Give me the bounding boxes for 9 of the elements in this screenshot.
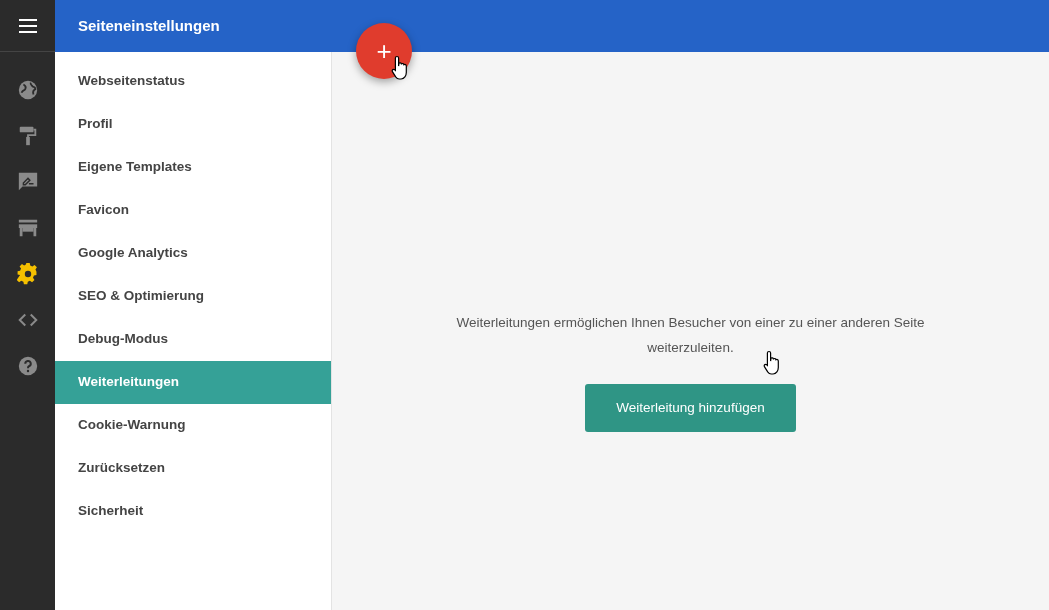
settings-icon[interactable] xyxy=(16,263,39,285)
page-title: Seiteneinstellungen xyxy=(78,15,220,36)
menu-icon[interactable] xyxy=(18,18,37,33)
add-redirect-button[interactable]: Weiterleitung hinzufügen xyxy=(585,384,796,433)
globe-icon[interactable] xyxy=(16,79,39,101)
help-icon[interactable] xyxy=(16,355,39,377)
info-message: Weiterleitungen ermöglichen Ihnen Besucher von einer zu einer anderen Seite weiterzuleiten. xyxy=(455,314,926,357)
store-icon[interactable] xyxy=(16,217,39,239)
comment-edit-icon[interactable] xyxy=(16,171,39,193)
